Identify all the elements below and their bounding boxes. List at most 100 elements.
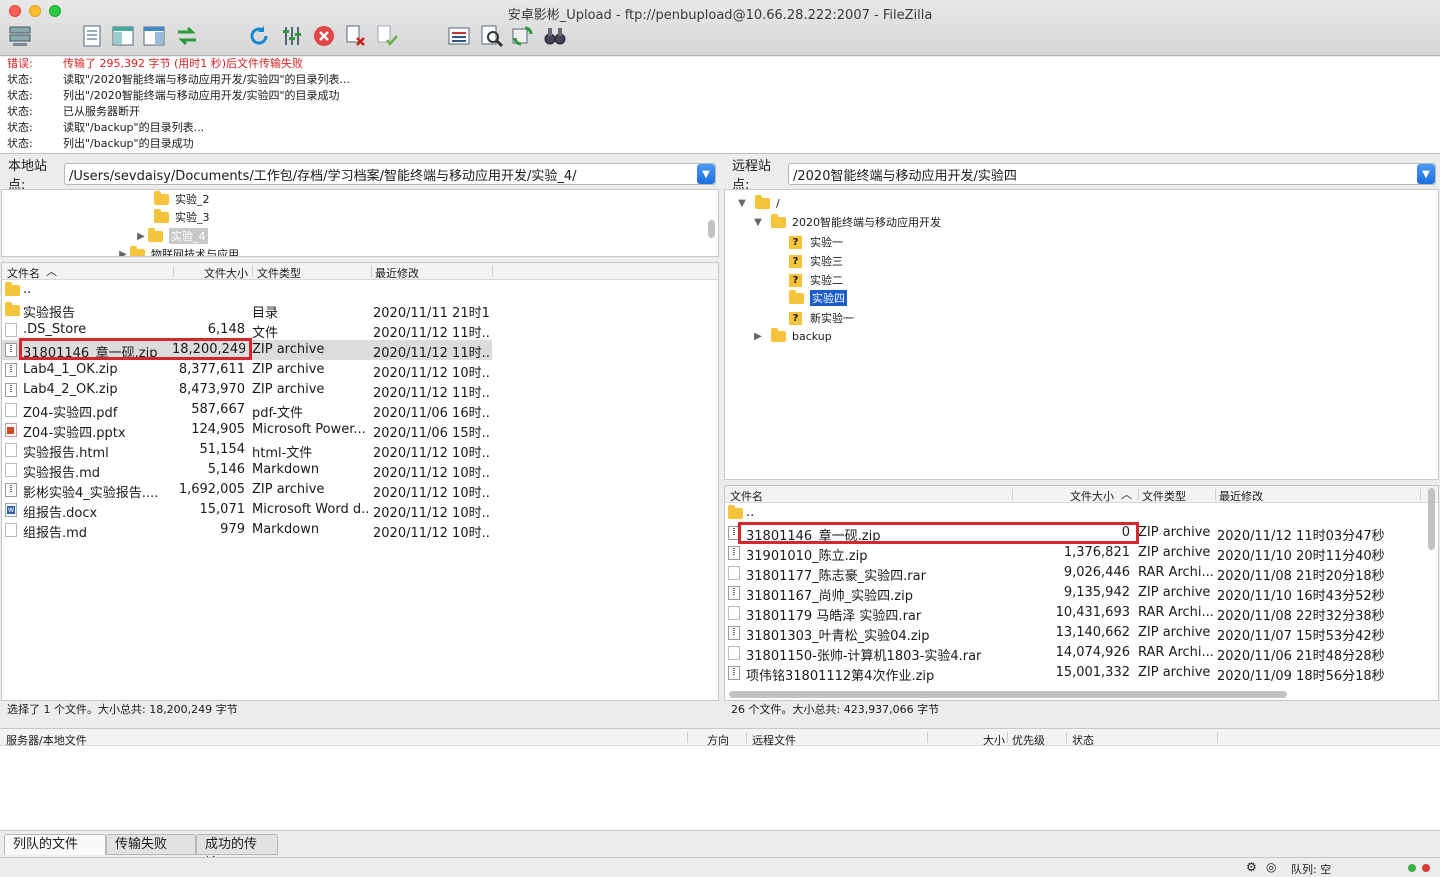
reconnect-icon[interactable] [374,22,400,50]
file-row[interactable]: 31901010_陈立.zip 1,376,821 ZIP archive 2020/… [725,543,1425,564]
settings-gear-icon[interactable]: ⚙ [1246,860,1257,874]
file-row[interactable]: 31801150-张帅-计算机1803-实验4.rar 14,074,926 RAR… [725,643,1425,664]
doc-file-icon [728,606,740,620]
folder-icon [5,302,20,316]
expand-triangle-icon[interactable]: ▶ [134,231,148,242]
file-row[interactable]: 31801179 马皓泽 实验四.rar 10,431,693 RAR Archi.… [725,603,1425,624]
file-row[interactable]: 组报告.docx 15,071 Microsoft Word d... 2020/11… [2,500,492,521]
column-header-type[interactable]: 文件类型 [257,265,301,281]
find-files-icon[interactable] [542,22,568,50]
folder-icon [728,505,743,519]
chevron-down-icon[interactable]: ▼ [1417,164,1435,184]
speed-limit-icon[interactable]: ◎ [1266,860,1276,874]
tree-item[interactable]: ? 新实验一 [789,309,854,327]
expand-triangle-icon[interactable]: ▶ [751,331,765,342]
tree-item[interactable]: 实验_3 [154,208,210,226]
local-path-input[interactable]: /Users/sevdaisy/Documents/工作包/存档/学习档案/智能… [64,163,716,185]
queue-header-server[interactable]: 服务器/本地文件 [6,732,87,748]
file-type: html-文件 [252,446,313,461]
column-header-type[interactable]: 文件类型 [1142,488,1186,504]
file-modified: 2020/11/12 11时... [373,326,491,341]
send-indicator-icon [1422,864,1430,872]
folder-icon [5,282,20,296]
cancel-icon[interactable] [311,22,337,50]
chevron-down-icon[interactable]: ▼ [697,164,715,184]
tab-failed-transfers[interactable]: 传输失败 (2) [106,834,196,871]
file-row[interactable]: 31801146_章一砚.zip 18,200,249 ZIP archive 202… [2,340,492,361]
file-row[interactable]: 项伟铭31801112第4次作业.zip 15,001,332 ZIP archiv… [725,663,1425,684]
collapse-triangle-icon[interactable]: ▼ [751,217,765,228]
remote-path-value: /2020智能终端与移动应用开发/实验四 [793,168,1017,184]
tree-item-selected[interactable]: ▶ 实验_4 [134,227,208,245]
refresh-icon[interactable] [246,22,272,50]
file-name: 项伟铭31801112第4次作业.zip [746,669,935,684]
file-row[interactable]: Lab4_1_OK.zip 8,377,611 ZIP archive 2020/11… [2,360,492,381]
unknown-folder-icon: ? [789,254,802,268]
file-type: 目录 [252,306,279,321]
log-entry: 状态: 已从服务器断开 [7,105,140,118]
tab-queued-files[interactable]: 列队的文件 [4,834,106,855]
tree-item[interactable]: 实验_2 [154,190,210,208]
transfer-queue-icon[interactable] [174,22,200,50]
file-row[interactable]: .DS_Store 6,148 文件 2020/11/12 11时... [2,320,492,341]
toggle-remote-tree-icon[interactable] [141,22,167,50]
queue-header-direction[interactable]: 方向 [707,732,729,748]
tab-successful-transfers[interactable]: 成功的传输 [196,834,278,871]
tree-item[interactable]: ? 实验三 [789,252,843,270]
column-header-size[interactable]: 文件大小 [204,265,248,281]
file-row[interactable]: 实验报告 目录 2020/11/11 21时1... [2,300,492,321]
file-row[interactable]: 31801167_尚帅_实验四.zip 9,135,942 ZIP archive 2… [725,583,1425,604]
remote-horizontal-scrollbar[interactable] [729,691,1287,698]
file-name: Lab4_2_OK.zip [23,382,118,397]
tree-scrollbar[interactable] [708,220,715,238]
column-header-name[interactable]: 文件名 [7,265,40,281]
file-row[interactable]: 31801303_叶青松_实验04.zip 13,140,662 ZIP archi… [725,623,1425,644]
file-row[interactable]: Lab4_2_OK.zip 8,473,970 ZIP archive 2020/11… [2,380,492,401]
tree-item[interactable]: ▼ 2020智能终端与移动应用开发 [751,213,941,231]
tree-item[interactable]: ? 实验一 [789,233,843,251]
collapse-triangle-icon[interactable]: ▼ [735,198,749,209]
file-row[interactable]: 31801146_章一砚.zip 0 ZIP archive 2020/11/12 1… [725,523,1425,544]
file-modified: 2020/11/06 15时... [373,426,491,441]
file-row[interactable]: 组报告.md 979 Markdown 2020/11/12 10时... [2,520,492,541]
file-type: ZIP archive [252,362,325,377]
column-header-modified[interactable]: 最近修改 [375,265,419,281]
column-header-name[interactable]: 文件名 [730,488,763,504]
file-row[interactable]: 实验报告.md 5,146 Markdown 2020/11/12 10时... [2,460,492,481]
tree-item[interactable]: ? 实验二 [789,271,843,289]
process-queue-icon[interactable] [279,22,305,50]
queue-header-status[interactable]: 状态 [1072,732,1094,748]
file-row[interactable]: .. [725,503,1425,523]
doc-file-icon [5,463,17,477]
tree-item-selected[interactable]: 实验四 [789,289,847,307]
doc-file-icon [728,646,740,660]
doc-file-icon [728,566,740,580]
search-remote-icon[interactable] [479,22,505,50]
tree-item[interactable]: ▶ 物联网技术与应用 [116,245,239,257]
compare-icon[interactable] [510,22,536,50]
file-type: RAR Archi... [1138,605,1214,620]
site-manager-icon[interactable] [7,22,33,50]
file-row[interactable]: Z04-实验四.pptx 124,905 Microsoft Power... 202… [2,420,492,441]
queue-header-priority[interactable]: 优先级 [1012,732,1045,748]
file-modified: 2020/11/12 10时... [373,366,491,381]
remote-vertical-scrollbar[interactable] [1428,488,1435,550]
disconnect-icon[interactable] [343,22,369,50]
tree-item[interactable]: ▶ backup [751,327,832,345]
file-row[interactable]: Z04-实验四.pdf 587,667 pdf-文件 2020/11/06 16时..… [2,400,492,421]
filter-icon[interactable] [446,22,472,50]
toggle-log-icon[interactable] [79,22,105,50]
expand-triangle-icon[interactable]: ▶ [116,249,130,257]
file-row[interactable]: .. [2,280,492,300]
toggle-local-tree-icon[interactable] [110,22,136,50]
remote-path-input[interactable]: /2020智能终端与移动应用开发/实验四 ▼ [788,163,1436,185]
column-header-size[interactable]: 文件大小 [1070,488,1114,504]
column-header-modified[interactable]: 最近修改 [1219,488,1263,504]
file-row[interactable]: 实验报告.html 51,154 html-文件 2020/11/12 10时... [2,440,492,461]
file-row[interactable]: 影彬实验4_实验报告.... 1,692,005 ZIP archive 2020/1… [2,480,492,501]
queue-header-size[interactable]: 大小 [983,732,1005,748]
file-size: 9,135,942 [1063,585,1130,600]
queue-header-remote[interactable]: 远程文件 [752,732,796,748]
file-row[interactable]: 31801177_陈志豪_实验四.rar 9,026,446 RAR Archi..… [725,563,1425,584]
tree-item[interactable]: ▼ / [735,194,780,212]
